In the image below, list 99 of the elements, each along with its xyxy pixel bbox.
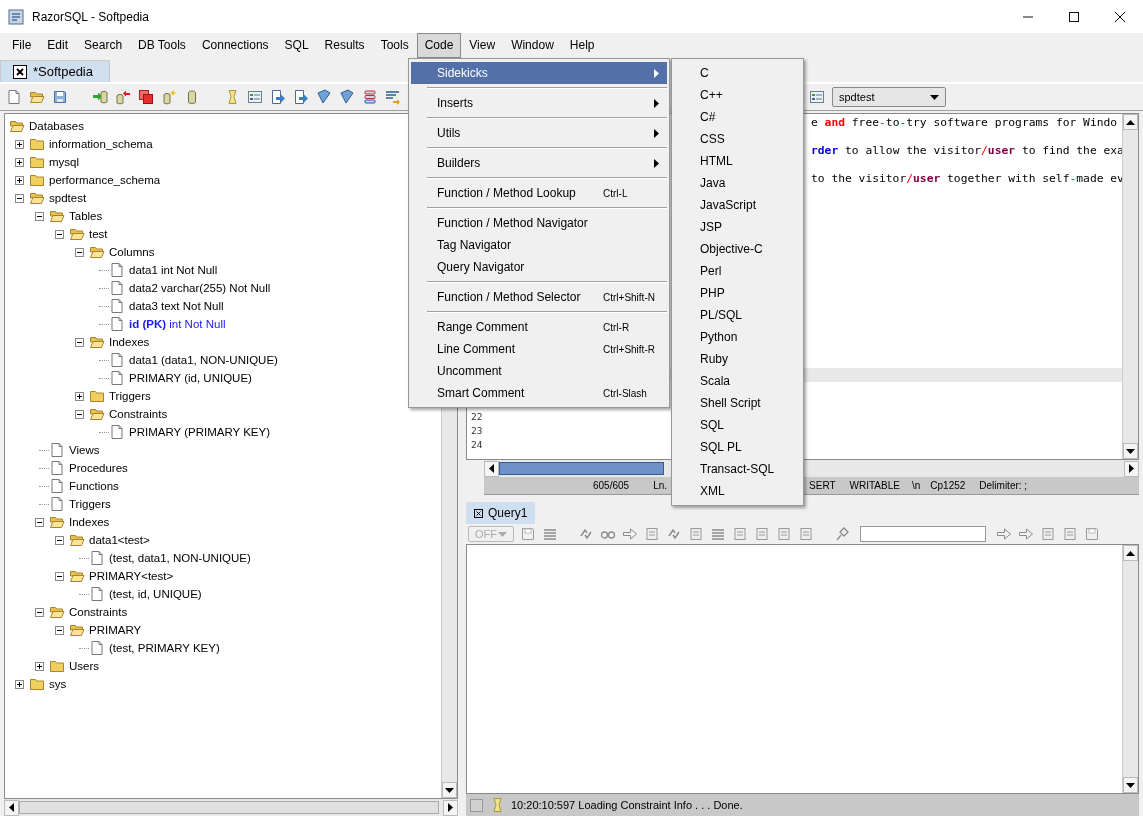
menu-item[interactable]: Objective-C <box>674 238 801 260</box>
tree-item[interactable]: information_schema <box>49 138 153 150</box>
tree-item[interactable]: (test, id, UNIQUE) <box>109 588 202 600</box>
menu-item[interactable]: Code <box>416 33 462 58</box>
tree-item[interactable]: sys <box>49 678 67 690</box>
menu-item[interactable]: XML <box>674 480 801 502</box>
shortcut-text: Ctrl+Shift-N <box>603 291 655 303</box>
status-text: Delimiter: ; <box>979 480 1028 491</box>
tree-item[interactable]: Functions <box>69 480 119 492</box>
tree-item[interactable]: performance_schema <box>49 174 161 186</box>
line-number: 24 <box>471 439 483 450</box>
tree-item[interactable]: (test, data1, NON-UNIQUE) <box>109 552 251 564</box>
menu-item[interactable]: Inserts <box>411 92 667 114</box>
code-line: e and free-to-try software programs for Windo <box>811 116 1118 129</box>
tree-item[interactable]: Databases <box>29 120 84 132</box>
tree-item[interactable]: Views <box>69 444 100 456</box>
status-text: Ln. <box>653 480 668 491</box>
tree-item[interactable]: data1 int Not Null <box>129 264 218 276</box>
tree-item[interactable]: (test, PRIMARY KEY) <box>109 642 220 654</box>
connection-dropdown[interactable]: spdtest <box>832 87 946 107</box>
menu-item[interactable]: Ruby <box>674 348 801 370</box>
status-text: SERT <box>809 480 836 491</box>
tree-item[interactable]: id (PK) int Not Null <box>129 318 226 330</box>
tree-item[interactable]: PRIMARY (PRIMARY KEY) <box>129 426 271 438</box>
menu-item[interactable]: File <box>4 33 40 58</box>
tree-item[interactable]: Indexes <box>69 516 110 528</box>
tree-item[interactable]: PRIMARY (id, UNIQUE) <box>129 372 252 384</box>
menu-item[interactable]: C <box>674 62 801 84</box>
menu-item[interactable]: Query Navigator <box>411 256 667 278</box>
menu-item[interactable]: Function / Method Selector Ctrl+Shift-N <box>411 286 667 308</box>
menu-item[interactable]: Help <box>561 33 603 58</box>
menu-item[interactable]: Connections <box>193 33 277 58</box>
status-text: 605/605 <box>593 480 630 491</box>
tree-item[interactable]: PRIMARY <box>89 624 142 636</box>
menu-item[interactable]: C# <box>674 106 801 128</box>
menu-item[interactable]: Perl <box>674 260 801 282</box>
tree-item[interactable]: Procedures <box>69 462 128 474</box>
shortcut-text: Ctrl+Shift-R <box>603 343 655 355</box>
tree-item[interactable]: Users <box>69 660 100 672</box>
menu-item[interactable]: DB Tools <box>130 33 194 58</box>
menu-item[interactable]: PHP <box>674 282 801 304</box>
menu-item[interactable]: JSP <box>674 216 801 238</box>
menu-item[interactable]: View <box>461 33 504 58</box>
status-text: \n <box>911 480 921 491</box>
menu-item[interactable]: Tools <box>372 33 417 58</box>
status-message: 10:20:10:597 Loading Constraint Info . . . Done. <box>511 799 743 811</box>
code-line: rder to allow the visitor/user to find the exa <box>811 144 1122 157</box>
menu-item[interactable]: Edit <box>39 33 77 58</box>
menu-item[interactable]: SQL <box>674 414 801 436</box>
menu-item[interactable]: Search <box>76 33 131 58</box>
shortcut-text: Ctrl-R <box>603 321 630 333</box>
menu-item[interactable]: CSS <box>674 128 801 150</box>
tree-item[interactable]: test <box>89 228 108 240</box>
tree-item[interactable]: spdtest <box>49 192 87 204</box>
status-text: Cp1252 <box>930 480 966 491</box>
menu-item[interactable]: Uncomment <box>411 360 667 382</box>
menu-item[interactable]: Sidekicks <box>411 62 667 84</box>
tree-item[interactable]: data1<test> <box>89 534 150 546</box>
menu-item[interactable]: Shell Script <box>674 392 801 414</box>
line-number: 22 <box>471 411 483 422</box>
tree-item[interactable]: data2 varchar(255) Not Null <box>129 282 271 294</box>
line-number: 23 <box>471 425 483 436</box>
menu-item[interactable]: Line Comment Ctrl+Shift-R <box>411 338 667 360</box>
tree-item[interactable]: Constraints <box>109 408 168 420</box>
menu-item[interactable]: Results <box>316 33 373 58</box>
tree-item[interactable]: data3 text Not Null <box>129 300 224 312</box>
window-title: RazorSQL - Softpedia <box>32 9 150 24</box>
menu-item[interactable]: Python <box>674 326 801 348</box>
menu-item[interactable]: Builders <box>411 152 667 174</box>
menu-item[interactable]: Function / Method Lookup Ctrl-L <box>411 182 667 204</box>
tree-item[interactable]: Constraints <box>69 606 128 618</box>
menu-item[interactable]: Smart Comment Ctrl-Slash <box>411 382 667 404</box>
tree-item[interactable]: Indexes <box>109 336 150 348</box>
menu-item[interactable]: HTML <box>674 150 801 172</box>
menu-item[interactable]: Transact-SQL <box>674 458 801 480</box>
shortcut-text: Ctrl-L <box>603 187 628 199</box>
menu-item[interactable]: PL/SQL <box>674 304 801 326</box>
tree-item[interactable]: Columns <box>109 246 155 258</box>
menu-item[interactable]: Utils <box>411 122 667 144</box>
menu-item[interactable]: Java <box>674 172 801 194</box>
tree-item[interactable]: data1 (data1, NON-UNIQUE) <box>129 354 278 366</box>
document-tab[interactable]: *Softpedia <box>0 60 110 82</box>
menu-item[interactable]: Scala <box>674 370 801 392</box>
status-text: WRITABLE <box>849 480 900 491</box>
menu-item[interactable]: Range Comment Ctrl-R <box>411 316 667 338</box>
menu-item[interactable]: SQL <box>276 33 317 58</box>
tree-item[interactable]: mysql <box>49 156 80 168</box>
shortcut-text: Ctrl-Slash <box>603 387 647 399</box>
tree-item[interactable]: Triggers <box>109 390 151 402</box>
menu-item[interactable]: SQL PL <box>674 436 801 458</box>
menu-item[interactable]: Function / Method Navigator <box>411 212 667 234</box>
tree-item[interactable]: Tables <box>69 210 103 222</box>
menu-item[interactable]: C++ <box>674 84 801 106</box>
tree-item[interactable]: Triggers <box>69 498 111 510</box>
menu-item[interactable]: Window <box>503 33 562 58</box>
menu-item[interactable]: JavaScript <box>674 194 801 216</box>
menu-item[interactable]: Tag Navigator <box>411 234 667 256</box>
query-tab[interactable]: Query1 <box>466 502 536 524</box>
tree-item[interactable]: PRIMARY<test> <box>89 570 174 582</box>
